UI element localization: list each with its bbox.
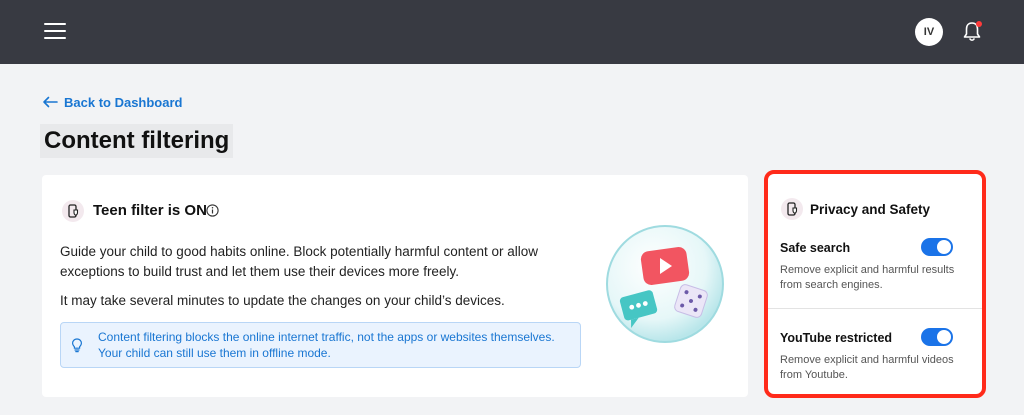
back-to-dashboard-link[interactable]: Back to Dashboard (42, 93, 182, 111)
youtube-restricted-title: YouTube restricted (780, 331, 893, 345)
info-icon[interactable] (206, 204, 219, 217)
youtube-restricted-toggle[interactable] (921, 328, 953, 346)
content-filter-illustration (606, 225, 724, 343)
info-box: Content filtering blocks the online inte… (60, 322, 581, 368)
avatar[interactable]: IV (915, 18, 943, 46)
safe-search-title: Safe search (780, 241, 851, 255)
lightbulb-icon (71, 338, 83, 353)
youtube-restricted-description: Remove explicit and harmful videos from … (780, 354, 954, 381)
top-bar: IV (0, 0, 1024, 64)
phone-shield-icon (62, 200, 84, 222)
phone-shield-icon (781, 198, 803, 220)
notification-dot (976, 21, 982, 27)
back-link-label: Back to Dashboard (64, 94, 183, 110)
safe-search-toggle[interactable] (921, 238, 953, 256)
privacy-card-title: Privacy and Safety (810, 202, 931, 217)
divider (768, 308, 982, 309)
privacy-safety-card: Privacy and Safety Safe search Remove ex… (764, 170, 986, 398)
update-note: It may take several minutes to update th… (60, 293, 505, 308)
menu-icon[interactable] (44, 23, 66, 41)
info-box-text: Content filtering blocks the online inte… (98, 330, 555, 360)
filter-description: Guide your child to good habits online. … (60, 244, 539, 279)
safe-search-description: Remove explicit and harmful results from… (780, 264, 955, 291)
teen-filter-card: Teen filter is ON Guide your child to go… (42, 175, 748, 397)
filter-status-title: Teen filter is ON (93, 202, 207, 219)
page-title: Content filtering (40, 124, 234, 158)
arrow-left-icon (43, 96, 58, 108)
